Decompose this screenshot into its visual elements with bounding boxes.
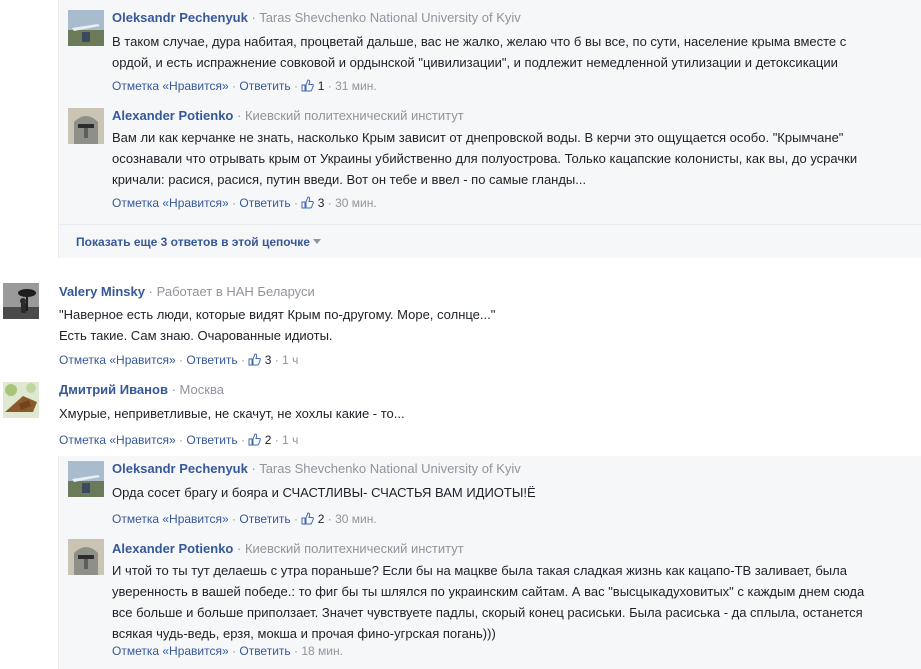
like-count[interactable]: 3	[318, 196, 325, 210]
sep-dot: ·	[251, 10, 256, 25]
thumbs-up-icon	[301, 512, 315, 525]
reply-link[interactable]: Ответить	[186, 353, 237, 367]
like-link[interactable]: Отметка «Нравится»	[112, 79, 229, 93]
show-more-replies-link[interactable]: Показать еще 3 ответов в этой цепочке	[76, 235, 322, 249]
reply-link[interactable]: Ответить	[239, 79, 290, 93]
like-link[interactable]: Отметка «Нравится»	[112, 512, 229, 526]
avatar[interactable]	[68, 461, 104, 497]
author-workplace[interactable]: Работает в НАН Беларуси	[157, 284, 315, 299]
author-name[interactable]: Дмитрий Иванов	[59, 382, 168, 397]
comment-text: "Наверное есть люди, которые видят Крым …	[59, 307, 496, 343]
avatar-photo-icon	[3, 283, 39, 319]
timestamp[interactable]: 31 мин.	[335, 79, 377, 93]
author-name[interactable]: Alexander Potienko	[112, 108, 233, 123]
caret-down-icon	[313, 239, 322, 244]
timestamp[interactable]: 1 ч	[282, 353, 298, 367]
reply-link[interactable]: Ответить	[186, 433, 237, 447]
avatar[interactable]	[3, 283, 39, 319]
author-name[interactable]: Oleksandr Pechenyuk	[112, 461, 248, 476]
author-name[interactable]: Oleksandr Pechenyuk	[112, 10, 248, 25]
author-workplace[interactable]: Taras Shevchenko National University of …	[259, 10, 521, 25]
comment-text: Хмурые, неприветливые, не скачут, не хох…	[59, 406, 405, 421]
comment-text: И чтой то ты тут делаешь с утра пораньше…	[112, 563, 865, 641]
comment-text: Орда сосет брагу и бояра и СЧАСТЛИВЫ- СЧ…	[112, 485, 536, 500]
author-workplace[interactable]: Киевский политехнический институт	[245, 541, 464, 556]
author-name[interactable]: Alexander Potienko	[112, 541, 233, 556]
comment-text: Вам ли как керчанке не знать, насколько …	[112, 130, 858, 187]
like-link[interactable]: Отметка «Нравится»	[112, 644, 229, 658]
author-name[interactable]: Valery Minsky	[59, 284, 145, 299]
timestamp[interactable]: 1 ч	[282, 433, 298, 447]
avatar-photo-icon	[68, 461, 104, 497]
thumbs-up-icon	[248, 433, 262, 446]
like-count[interactable]: 2	[318, 512, 325, 526]
show-more-replies-row: Показать еще 3 ответов в этой цепочке	[58, 224, 921, 259]
timestamp[interactable]: 30 мин.	[335, 512, 377, 526]
timestamp[interactable]: 18 мин.	[301, 644, 343, 658]
like-link[interactable]: Отметка «Нравится»	[59, 353, 176, 367]
comment-text: В таком случае, дура набитая, процветай …	[112, 34, 847, 70]
avatar[interactable]	[68, 539, 104, 575]
author-workplace[interactable]: Москва	[180, 382, 224, 397]
avatar[interactable]	[68, 10, 104, 46]
like-count[interactable]: 3	[265, 353, 272, 367]
avatar-photo-icon	[68, 539, 104, 575]
avatar[interactable]	[3, 382, 39, 418]
thumbs-up-icon	[248, 353, 262, 366]
thumbs-up-icon	[301, 196, 315, 209]
timestamp[interactable]: 30 мин.	[335, 196, 377, 210]
like-count[interactable]: 1	[318, 79, 325, 93]
avatar-photo-icon	[68, 108, 104, 144]
avatar[interactable]	[68, 108, 104, 144]
avatar-photo-icon	[68, 10, 104, 46]
like-link[interactable]: Отметка «Нравится»	[59, 433, 176, 447]
author-workplace[interactable]: Киевский политехнический институт	[245, 108, 464, 123]
reply-link[interactable]: Ответить	[239, 196, 290, 210]
like-count[interactable]: 2	[265, 433, 272, 447]
reply-link[interactable]: Ответить	[239, 512, 290, 526]
thumbs-up-icon	[301, 79, 315, 92]
reply-link[interactable]: Ответить	[239, 644, 290, 658]
author-workplace[interactable]: Taras Shevchenko National University of …	[259, 461, 521, 476]
avatar-photo-icon	[3, 382, 39, 418]
like-link[interactable]: Отметка «Нравится»	[112, 196, 229, 210]
